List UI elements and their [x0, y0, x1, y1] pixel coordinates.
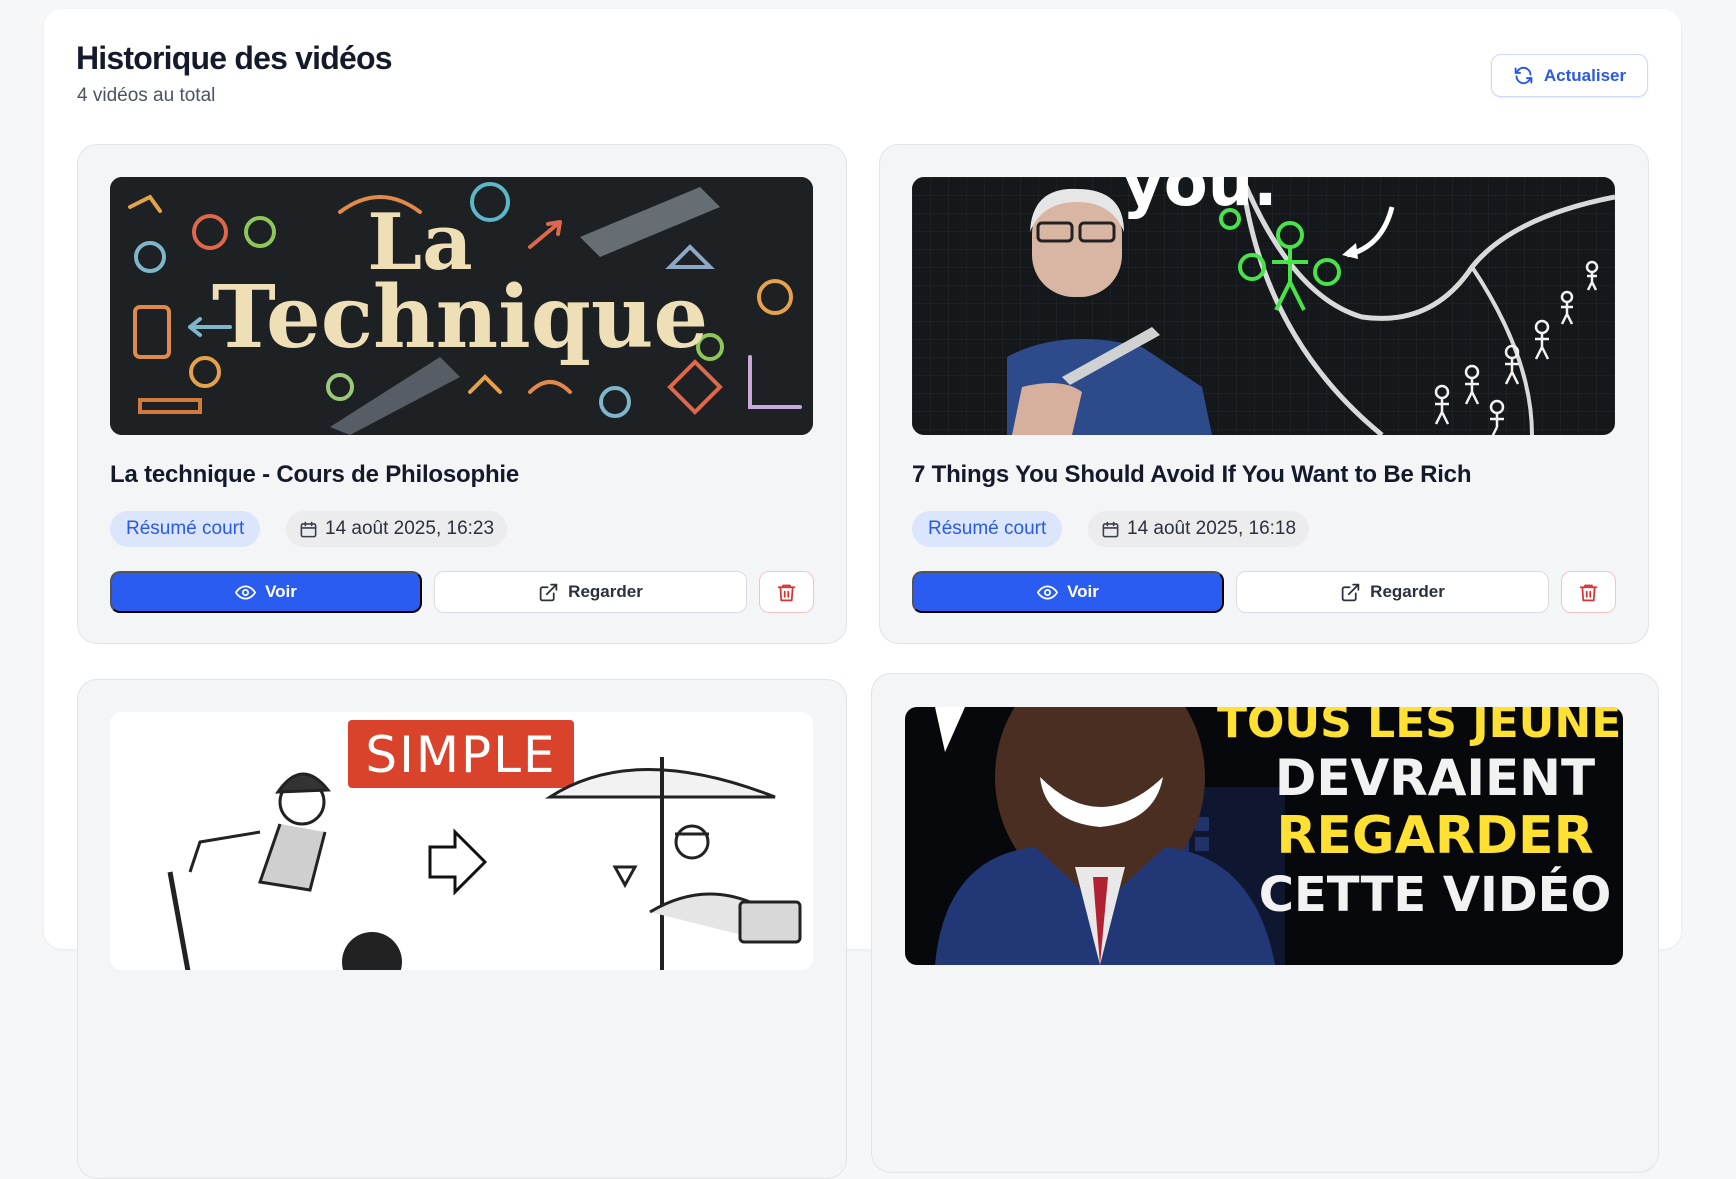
- video-thumbnail[interactable]: La Technique: [110, 177, 813, 435]
- watch-label: Regarder: [1370, 582, 1445, 601]
- thumb-text-line3: REGARDER: [1276, 806, 1593, 866]
- view-button[interactable]: Voir: [912, 571, 1224, 613]
- video-thumbnail[interactable]: SIMPLE: [110, 712, 813, 970]
- watch-button[interactable]: Regarder: [434, 571, 747, 613]
- refresh-icon: [1514, 66, 1533, 85]
- external-link-icon: [1341, 583, 1360, 601]
- watch-button[interactable]: Regarder: [1236, 571, 1549, 613]
- eye-icon: [1037, 584, 1059, 600]
- refresh-button[interactable]: Actualiser: [1491, 54, 1648, 97]
- watch-label: Regarder: [568, 582, 643, 601]
- video-card: La Technique La technique - Cours de Phi…: [77, 144, 847, 644]
- view-button[interactable]: Voir: [110, 571, 422, 613]
- video-card: TOUS LES JEUNES DEVRAIENT REGARDER CETTE…: [871, 673, 1659, 1173]
- delete-button[interactable]: [759, 571, 814, 613]
- thumb-text: SIMPLE: [365, 726, 556, 784]
- date-chip: 14 août 2025, 16:18: [1088, 511, 1310, 547]
- summary-type-badge: Résumé court: [912, 511, 1063, 547]
- video-date: 14 août 2025, 16:18: [1127, 518, 1297, 539]
- delete-button[interactable]: [1561, 571, 1616, 613]
- thumb-title-line2: Technique: [212, 267, 708, 368]
- external-link-icon: [539, 583, 558, 601]
- video-count: 4 vidéos au total: [77, 85, 216, 106]
- thumb-text-line1: TOUS LES JEUNES: [1217, 707, 1623, 748]
- video-card: you. 7 Things You Should Avoid If You Wa…: [879, 144, 1649, 644]
- trash-icon: [777, 584, 796, 601]
- page-title: Historique des vidéos: [76, 40, 393, 76]
- video-title: 7 Things You Should Avoid If You Want to…: [912, 461, 1472, 488]
- thumb-text-line2: DEVRAIENT: [1275, 749, 1595, 807]
- thumb-text: you.: [1122, 177, 1278, 221]
- calendar-icon: [1102, 521, 1119, 537]
- trash-icon: [1579, 584, 1598, 601]
- eye-icon: [235, 584, 257, 600]
- view-label: Voir: [1067, 582, 1099, 601]
- date-chip: 14 août 2025, 16:23: [286, 511, 508, 547]
- thumb-text-line4: CETTE VIDÉO: [1259, 866, 1612, 923]
- view-label: Voir: [265, 582, 297, 601]
- summary-type-badge: Résumé court: [110, 511, 261, 547]
- video-thumbnail[interactable]: you.: [912, 177, 1615, 435]
- video-card: SIMPLE: [77, 679, 847, 1179]
- calendar-icon: [300, 521, 317, 537]
- refresh-label: Actualiser: [1543, 65, 1627, 85]
- video-date: 14 août 2025, 16:23: [325, 518, 495, 539]
- video-thumbnail[interactable]: TOUS LES JEUNES DEVRAIENT REGARDER CETTE…: [905, 707, 1623, 965]
- video-title: La technique - Cours de Philosophie: [110, 461, 520, 488]
